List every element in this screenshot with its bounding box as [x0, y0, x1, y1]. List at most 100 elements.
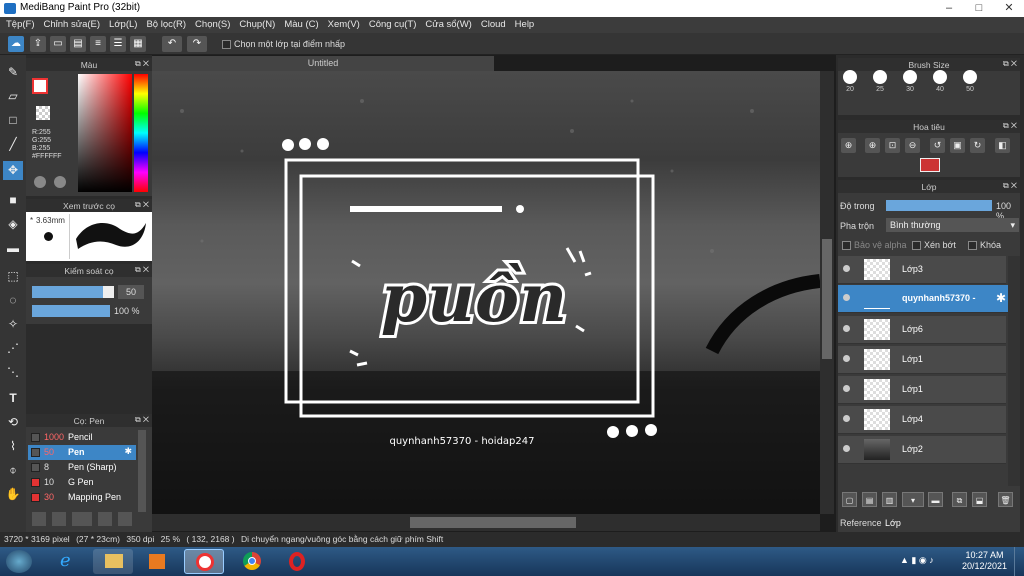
- eye-icon[interactable]: [843, 294, 850, 301]
- panel-close-icon[interactable]: ⧉ ✕: [135, 200, 149, 210]
- redo-icon[interactable]: ↷: [187, 36, 207, 52]
- brush-item[interactable]: 8 Pen (Sharp): [28, 460, 136, 475]
- color-wheel-icon[interactable]: [54, 176, 66, 188]
- layer-row-selected[interactable]: quynhanh57370 - ✱: [838, 285, 1008, 313]
- layer-row[interactable]: Lớp3: [838, 256, 1006, 284]
- canvas-vscroll[interactable]: [820, 71, 834, 514]
- canvas-hscroll[interactable]: [152, 514, 820, 531]
- panel-close-icon[interactable]: ⧉ ✕: [135, 59, 149, 69]
- folder-icon[interactable]: ▬: [928, 492, 943, 507]
- layer-opacity-slider[interactable]: [886, 200, 992, 211]
- share-icon[interactable]: ⇪: [30, 36, 46, 52]
- brush-tool-icon[interactable]: ✎: [3, 63, 23, 82]
- eyedropper-tool-icon[interactable]: ⌇: [3, 437, 23, 456]
- hand-tool-icon[interactable]: ✋: [3, 485, 23, 504]
- navigator-thumbnail[interactable]: [920, 158, 940, 172]
- explorer-icon[interactable]: [93, 549, 133, 574]
- eye-icon[interactable]: [843, 415, 850, 422]
- menu-edit[interactable]: Chỉnh sửa(E): [38, 17, 101, 30]
- cloud-icon[interactable]: ☁: [8, 36, 24, 52]
- rect-tool-icon[interactable]: □: [3, 111, 23, 130]
- panel-close-icon[interactable]: ⧉ ✕: [135, 415, 149, 425]
- show-desktop-button[interactable]: [1014, 547, 1024, 576]
- brush-size-option[interactable]: 20: [842, 70, 858, 93]
- text-tool-icon[interactable]: T: [3, 389, 23, 408]
- eye-icon[interactable]: [843, 385, 850, 392]
- ie-icon[interactable]: e: [48, 549, 88, 574]
- menu-snap[interactable]: Chụp(N): [233, 17, 275, 30]
- layer-row[interactable]: Lớp6: [838, 316, 1006, 344]
- brush-item[interactable]: 30 Mapping Pen: [28, 490, 136, 505]
- cloud-brush-icon[interactable]: [98, 512, 112, 526]
- menu-view[interactable]: Xem(V): [322, 17, 360, 30]
- media-player-icon[interactable]: [137, 549, 177, 574]
- rotate-right-icon[interactable]: ↻: [970, 138, 985, 153]
- move-tool-icon[interactable]: ✥: [3, 161, 23, 180]
- menu-select[interactable]: Chọn(S): [189, 17, 230, 30]
- menu-filter[interactable]: Bộ lọc(R): [140, 17, 186, 30]
- lasso-tool-icon[interactable]: ◌: [3, 291, 23, 310]
- size-slider[interactable]: [32, 286, 114, 298]
- list-icon[interactable]: ☰: [110, 36, 126, 52]
- minimize-button[interactable]: –: [934, 0, 964, 17]
- menu-cloud[interactable]: Cloud: [475, 17, 506, 30]
- tray-icons[interactable]: ▲ ▮ ◉ ♪: [900, 555, 934, 566]
- eye-icon[interactable]: [843, 355, 850, 362]
- panel-close-icon[interactable]: ⧉ ✕: [1003, 121, 1017, 131]
- gradient-tool-icon[interactable]: ▬: [3, 239, 23, 258]
- layer-scrollbar[interactable]: [1008, 256, 1020, 486]
- flip-icon[interactable]: ◧: [995, 138, 1010, 153]
- tab-reference[interactable]: Reference: [840, 518, 882, 528]
- canvas-document[interactable]: puồn quynhanh57370 - hoidap247: [152, 71, 820, 514]
- brush-size-option[interactable]: 50: [962, 70, 978, 93]
- palette-icon[interactable]: [34, 176, 46, 188]
- grid-icon[interactable]: ▦: [130, 36, 146, 52]
- select-layer-checkbox[interactable]: Chọn một lớp tại điểm nhấp: [222, 39, 345, 50]
- brush-item[interactable]: 1000 Pencil: [28, 430, 136, 445]
- chrome-icon[interactable]: [232, 549, 272, 574]
- eye-icon[interactable]: [843, 445, 850, 452]
- fit-icon[interactable]: ⊡: [885, 138, 900, 153]
- clip-checkbox[interactable]: Xén bớt: [912, 240, 956, 251]
- panel-close-icon[interactable]: ⧉ ✕: [135, 265, 149, 275]
- brush-item-selected[interactable]: 50 Pen ✱: [28, 445, 136, 460]
- hue-slider[interactable]: [134, 74, 148, 192]
- brush-size-option[interactable]: 25: [872, 70, 888, 93]
- reset-icon[interactable]: ▣: [950, 138, 965, 153]
- folder-icon[interactable]: [118, 512, 132, 526]
- panel-close-icon[interactable]: ⧉ ✕: [1003, 59, 1017, 69]
- maximize-button[interactable]: □: [964, 0, 994, 17]
- eraser-tool-icon[interactable]: ▱: [3, 87, 23, 106]
- brush-item[interactable]: 10 G Pen: [28, 475, 136, 490]
- doc-icon[interactable]: ≡: [90, 36, 106, 52]
- menu-help[interactable]: Help: [509, 17, 535, 30]
- brush-size-option[interactable]: 40: [932, 70, 948, 93]
- bucket-tool-icon[interactable]: ◈: [3, 215, 23, 234]
- gear-icon[interactable]: ✱: [996, 291, 1006, 305]
- blend-select[interactable]: Bình thường ▾: [886, 218, 1019, 232]
- layer-row[interactable]: Lớp4: [838, 406, 1006, 434]
- menu-window[interactable]: Cửa sổ(W): [419, 17, 471, 30]
- eye-icon[interactable]: [843, 265, 850, 272]
- select-tool-icon[interactable]: ⬚: [3, 267, 23, 286]
- primary-color-swatch[interactable]: [32, 78, 48, 94]
- file-icon[interactable]: ▤: [70, 36, 86, 52]
- fill-rect-icon[interactable]: ■: [3, 191, 23, 210]
- lock-checkbox[interactable]: Khóa: [968, 240, 1001, 251]
- dropper-icon[interactable]: ⌽: [3, 461, 23, 480]
- zoom-plus-icon[interactable]: ⊕: [865, 138, 880, 153]
- tab-layer[interactable]: Lớp: [882, 516, 904, 530]
- eye-icon[interactable]: [843, 325, 850, 332]
- menu-color[interactable]: Màu (C): [278, 17, 318, 30]
- magic-wand-icon[interactable]: ✧: [3, 315, 23, 334]
- saturation-picker[interactable]: [78, 74, 132, 192]
- zoom-out-icon[interactable]: ⊖: [905, 138, 920, 153]
- brush-menu-icon[interactable]: [72, 512, 92, 526]
- add-brush-icon[interactable]: [32, 512, 46, 526]
- new-8bit-layer-icon[interactable]: ▥: [882, 492, 897, 507]
- size-value[interactable]: 50: [118, 285, 144, 299]
- layer-row[interactable]: Lớp1: [838, 376, 1006, 404]
- menu-tools[interactable]: Công cụ(T): [363, 17, 417, 30]
- trash-icon[interactable]: 🗑: [998, 492, 1013, 507]
- zoom-in-icon[interactable]: ⊕: [841, 138, 856, 153]
